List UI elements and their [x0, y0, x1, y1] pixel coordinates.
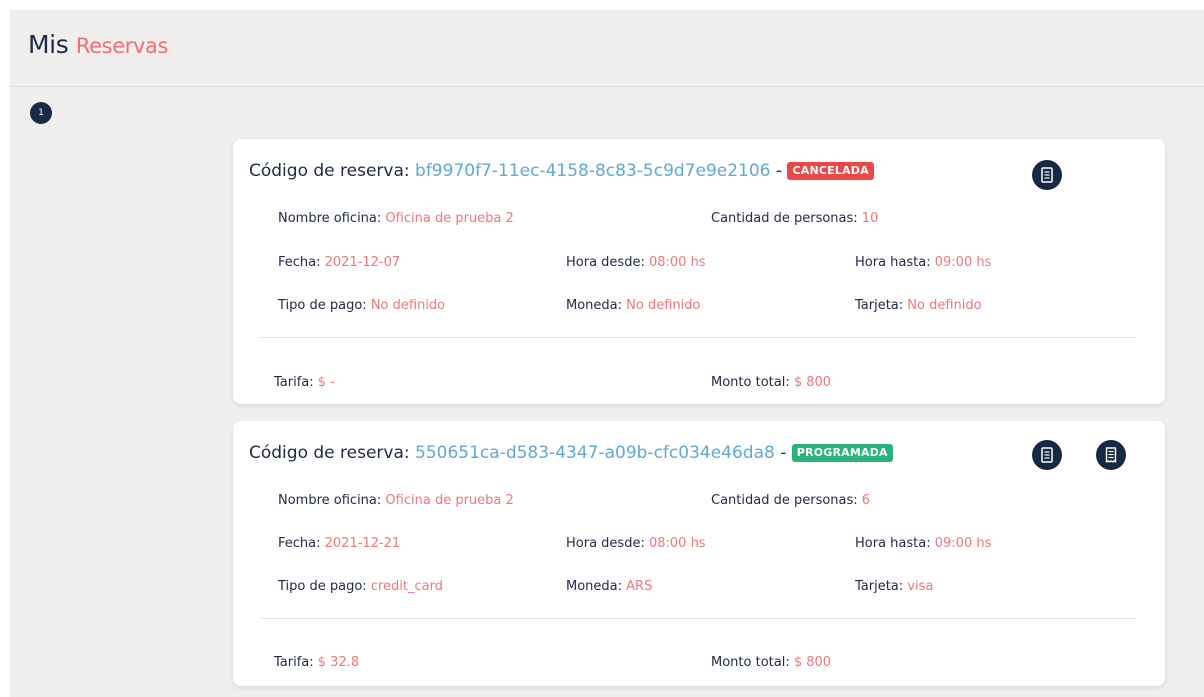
reservation-code-label: Código de reserva: [249, 443, 410, 463]
reservation-card: Código de reserva: 550651ca-d583-4347-a0… [233, 421, 1165, 686]
rate-field: Tarifa: $ - [274, 375, 335, 391]
time-to-value: 09:00 hs [934, 536, 992, 551]
payment-type-value: credit_card [370, 579, 443, 594]
reservation-code-label: Código de reserva: [249, 161, 410, 181]
time-from-value: 08:00 hs [648, 255, 706, 270]
currency-value: No definido [626, 298, 701, 313]
office-label: Nombre oficina: [278, 211, 382, 226]
reservation-separator: - [780, 443, 787, 463]
document-icon [1105, 447, 1117, 463]
card-divider [260, 337, 1136, 338]
time-to-field: Hora hasta: 09:00 hs [855, 255, 991, 271]
office-label: Nombre oficina: [278, 493, 382, 508]
rate-value: $ - [317, 375, 335, 390]
card-divider [260, 618, 1136, 619]
office-value: Oficina de prueba 2 [385, 493, 514, 508]
office-value: Oficina de prueba 2 [385, 211, 514, 226]
payment-type-label: Tipo de pago: [278, 298, 367, 313]
office-field: Nombre oficina: Oficina de prueba 2 [278, 211, 514, 227]
time-to-label: Hora hasta: [855, 536, 931, 551]
card-label: Tarjeta: [855, 579, 904, 594]
payment-type-value: No definido [370, 298, 446, 313]
card-value: No definido [907, 298, 982, 313]
total-field: Monto total: $ 800 [711, 375, 831, 391]
people-label: Cantidad de personas: [711, 211, 858, 226]
card-value: visa [907, 579, 934, 594]
currency-field: Moneda: ARS [566, 579, 652, 595]
pagination: 1 [30, 102, 52, 124]
currency-value: ARS [626, 579, 653, 594]
payment-type-label: Tipo de pago: [278, 579, 367, 594]
time-to-label: Hora hasta: [855, 255, 931, 270]
reservation-card: Código de reserva: bf9970f7-11ec-4158-8c… [233, 139, 1165, 404]
date-label: Fecha: [278, 536, 321, 551]
page-number-button[interactable]: 1 [30, 102, 52, 124]
reservation-code: bf9970f7-11ec-4158-8c83-5c9d7e9e2106 [415, 161, 771, 181]
total-label: Monto total: [711, 375, 790, 390]
total-field: Monto total: $ 800 [711, 655, 831, 671]
time-from-label: Hora desde: [566, 255, 645, 270]
people-value: 6 [861, 493, 871, 508]
receipt-button[interactable] [1032, 160, 1062, 190]
date-field: Fecha: 2021-12-07 [278, 255, 400, 271]
total-value: $ 800 [793, 375, 832, 390]
receipt-icon [1041, 447, 1053, 463]
page-title: Mis Reservas [28, 30, 168, 61]
currency-field: Moneda: No definido [566, 298, 700, 314]
rate-field: Tarifa: $ 32.8 [274, 655, 359, 671]
reservation-title: Código de reserva: 550651ca-d583-4347-a0… [249, 443, 893, 463]
people-field: Cantidad de personas: 6 [711, 493, 870, 509]
page-header: Mis Reservas [10, 10, 1204, 87]
reservation-separator: - [775, 161, 783, 181]
date-label: Fecha: [278, 255, 321, 270]
reservation-title: Código de reserva: bf9970f7-11ec-4158-8c… [249, 161, 874, 181]
total-label: Monto total: [711, 655, 790, 670]
time-from-label: Hora desde: [566, 536, 645, 551]
receipt-icon [1041, 167, 1053, 183]
rate-label: Tarifa: [274, 375, 314, 390]
people-field: Cantidad de personas: 10 [711, 211, 878, 227]
card-field: Tarjeta: No definido [855, 298, 982, 314]
time-from-field: Hora desde: 08:00 hs [566, 536, 706, 552]
date-value: 2021-12-21 [324, 536, 401, 551]
people-value: 10 [861, 211, 879, 226]
rate-label: Tarifa: [274, 655, 314, 670]
currency-label: Moneda: [566, 579, 623, 594]
status-badge: CANCELADA [787, 162, 874, 180]
receipt-button[interactable] [1032, 440, 1062, 470]
date-field: Fecha: 2021-12-21 [278, 536, 400, 552]
rate-value: $ 32.8 [317, 655, 360, 670]
page-title-accent: Reservas [75, 34, 169, 58]
status-badge: PROGRAMADA [791, 444, 893, 462]
time-to-field: Hora hasta: 09:00 hs [855, 536, 991, 552]
time-from-value: 08:00 hs [648, 536, 706, 551]
time-to-value: 09:00 hs [934, 255, 992, 270]
payment-type-field: Tipo de pago: No definido [278, 298, 445, 314]
reservation-code: 550651ca-d583-4347-a09b-cfc034e46da8 [415, 443, 775, 463]
total-value: $ 800 [793, 655, 832, 670]
document-button[interactable] [1096, 440, 1126, 470]
time-from-field: Hora desde: 08:00 hs [566, 255, 706, 271]
card-label: Tarjeta: [855, 298, 904, 313]
card-field: Tarjeta: visa [855, 579, 933, 595]
currency-label: Moneda: [566, 298, 623, 313]
page-title-prefix: Mis [28, 30, 69, 59]
payment-type-field: Tipo de pago: credit_card [278, 579, 443, 595]
people-label: Cantidad de personas: [711, 493, 858, 508]
date-value: 2021-12-07 [324, 255, 401, 270]
office-field: Nombre oficina: Oficina de prueba 2 [278, 493, 514, 509]
page: Mis Reservas 1 Código de reserva: bf9970… [10, 10, 1204, 697]
